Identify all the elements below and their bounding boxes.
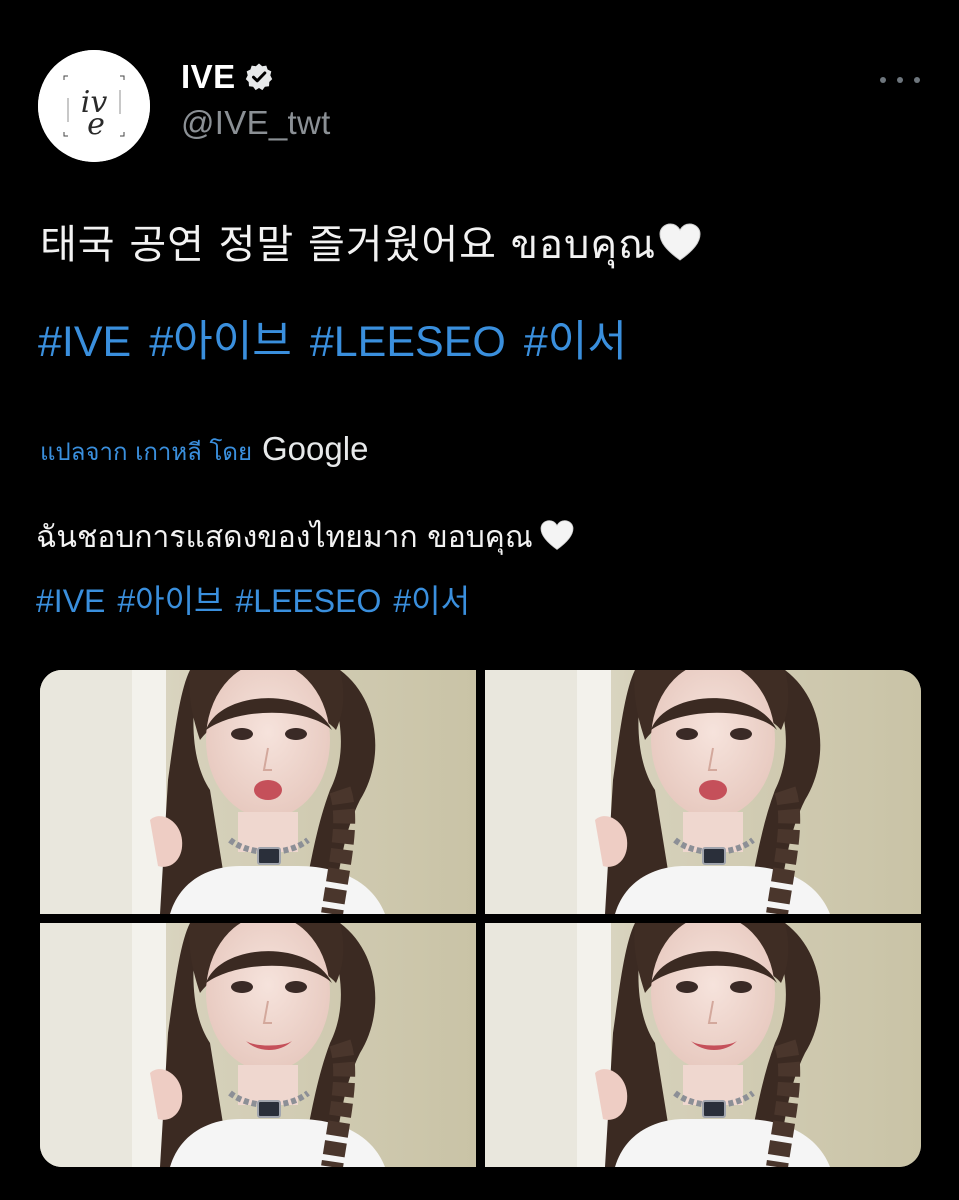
media-photo-4[interactable] (485, 923, 921, 1167)
verified-badge-icon (244, 62, 274, 92)
svg-text:e: e (87, 107, 105, 142)
more-options-icon (880, 77, 886, 83)
google-logo: Google (262, 430, 369, 467)
selfie-image (40, 923, 476, 1167)
user-handle[interactable]: @IVE_twt (181, 104, 331, 142)
ive-logo-icon: iv e (38, 50, 150, 162)
translated-text: ฉันชอบการแสดงของไทยมาก ขอบคุณ (36, 514, 575, 561)
translated-from-link[interactable]: แปลจาก เกาหลี โดย (40, 432, 252, 471)
media-photo-1[interactable] (40, 670, 476, 914)
translation-attribution: แปลจาก เกาหลี โดย Google (40, 430, 368, 471)
hashtag-link[interactable]: #아이브 (117, 583, 223, 619)
more-options-button[interactable] (880, 70, 920, 90)
display-name-row: IVE (181, 56, 331, 98)
media-photo-2[interactable] (485, 670, 921, 914)
display-name[interactable]: IVE (181, 58, 236, 96)
translated-hashtags: #IVE #아이브 #LEESEO #이서 (36, 576, 482, 622)
hashtag-link[interactable]: #이서 (524, 318, 627, 366)
avatar[interactable]: iv e (38, 50, 150, 162)
hashtag-link[interactable]: #IVE (36, 583, 105, 619)
selfie-image (485, 923, 921, 1167)
media-photo-3[interactable] (40, 923, 476, 1167)
tweet: iv e IVE @IVE_twt 태국 공연 정말 즐거웠어요 ขอบคุณ (0, 0, 959, 1200)
author-names: IVE @IVE_twt (181, 56, 331, 142)
hashtag-link[interactable]: #LEESEO (236, 583, 382, 619)
translated-text-content: ฉันชอบการแสดงของไทยมาก ขอบคุณ (36, 520, 533, 555)
tweet-text: 태국 공연 정말 즐거웠어요 ขอบคุณ (40, 212, 702, 276)
tweet-hashtags: #IVE #아이브 #LEESEO #이서 (38, 307, 645, 369)
hashtag-link[interactable]: #IVE (38, 318, 131, 366)
media-grid (40, 670, 921, 1167)
hashtag-link[interactable]: #이서 (393, 583, 470, 619)
selfie-image (485, 670, 921, 914)
white-heart-icon (539, 519, 575, 559)
hashtag-link[interactable]: #아이브 (149, 318, 292, 366)
hashtag-link[interactable]: #LEESEO (310, 318, 506, 366)
selfie-image (40, 670, 476, 914)
tweet-header: iv e IVE @IVE_twt (38, 50, 920, 162)
tweet-text-content: 태국 공연 정말 즐거웠어요 ขอบคุณ (40, 222, 657, 268)
white-heart-icon (658, 222, 702, 272)
